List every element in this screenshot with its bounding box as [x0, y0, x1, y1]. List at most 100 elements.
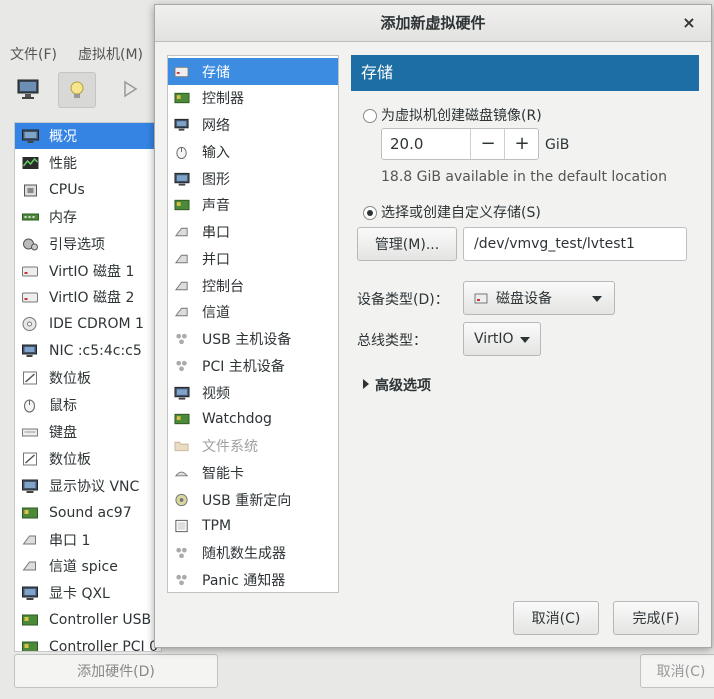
console-view-button[interactable]	[10, 72, 46, 106]
monitor-icon	[17, 79, 39, 99]
size-unit: GiB	[545, 137, 570, 153]
device-list-label: 显卡 QXL	[49, 586, 110, 603]
cancel-button[interactable]: 取消(C)	[513, 601, 599, 635]
parallel-icon	[174, 251, 190, 267]
usb-icon	[174, 331, 190, 347]
play-icon	[124, 80, 138, 98]
cdrom-icon	[21, 316, 39, 332]
hardware-list-item[interactable]: TPM	[168, 513, 338, 540]
hardware-list-item[interactable]: 智能卡	[168, 459, 338, 486]
memory-icon	[21, 209, 39, 225]
hardware-list-label: 控制器	[202, 91, 244, 108]
increment-button[interactable]: +	[504, 129, 539, 159]
device-list-item[interactable]: 显示协议 VNC	[15, 473, 161, 499]
hardware-list-label: TPM	[202, 518, 232, 535]
hardware-list-item[interactable]: 视频	[168, 379, 338, 406]
mouse-icon	[174, 144, 190, 160]
hardware-list-label: USB 主机设备	[202, 332, 292, 348]
hardware-list-item[interactable]: 存储	[168, 58, 338, 85]
device-list-label: 键盘	[49, 424, 77, 441]
device-list-item[interactable]: 信道 spice	[15, 553, 161, 579]
hardware-list-item[interactable]: 随机数生成器	[168, 540, 338, 567]
hardware-list-label: 随机数生成器	[202, 546, 286, 562]
device-list-item[interactable]: Controller PCI 0	[15, 634, 161, 651]
device-list-item[interactable]: Sound ac97	[15, 500, 161, 526]
device-list-label: VirtIO 磁盘 2	[49, 290, 135, 307]
hardware-list-label: 输入	[202, 144, 230, 161]
custom-storage-radio[interactable]	[363, 206, 377, 220]
hardware-list-item[interactable]: Watchdog	[168, 406, 338, 433]
device-type-value: 磁盘设备	[496, 291, 552, 307]
device-list-item[interactable]: 引导选项	[15, 231, 161, 257]
menu-bar: 文件(F) 虚拟机(M)	[0, 40, 160, 66]
device-list-item[interactable]: 数位板	[15, 365, 161, 391]
run-button[interactable]	[112, 72, 148, 106]
hardware-list-item[interactable]: 声音	[168, 192, 338, 219]
device-list-item[interactable]: 内存	[15, 204, 161, 230]
menu-file[interactable]: 文件(F)	[10, 44, 57, 64]
device-list-label: 鼠标	[49, 398, 77, 414]
create-disk-radio[interactable]	[363, 109, 377, 123]
disk-size-input[interactable]: 20.0	[390, 129, 423, 159]
bus-type-label: 总线类型：	[357, 333, 427, 349]
hardware-list-item[interactable]: USB 重新定向	[168, 486, 338, 513]
device-list-item[interactable]: IDE CDROM 1	[15, 311, 161, 337]
hardware-list-item[interactable]: 串口	[168, 219, 338, 246]
sound-icon	[174, 197, 190, 213]
finish-button[interactable]: 完成(F)	[613, 601, 699, 635]
hardware-list-label: 信道	[202, 305, 230, 322]
background-cancel-button[interactable]: 取消(C)	[640, 654, 714, 688]
device-list-item[interactable]: 串口 1	[15, 527, 161, 553]
device-list-item[interactable]: 鼠标	[15, 392, 161, 418]
device-list-item[interactable]: VirtIO 磁盘 1	[15, 258, 161, 284]
available-space-text: 18.8 GiB available in the default locati…	[381, 169, 667, 185]
hardware-list-item[interactable]: 控制台	[168, 272, 338, 299]
device-list-label: VirtIO 磁盘 1	[49, 263, 135, 280]
device-list-label: 性能	[49, 155, 77, 172]
device-list-item[interactable]: 显卡 QXL	[15, 580, 161, 606]
hardware-list-item[interactable]: Panic 通知器	[168, 566, 338, 592]
hardware-list-item[interactable]: 信道	[168, 299, 338, 326]
decrement-button[interactable]: −	[470, 129, 505, 159]
device-type-select[interactable]: 磁盘设备	[463, 281, 615, 315]
hardware-list-item[interactable]: PCI 主机设备	[168, 352, 338, 379]
tablet-icon	[21, 451, 39, 467]
device-list-item[interactable]: 性能	[15, 150, 161, 176]
tpm-icon	[174, 518, 190, 534]
controller-icon	[21, 639, 39, 651]
custom-storage-label[interactable]: 选择或创建自定义存储(S)	[381, 202, 541, 222]
hardware-list-item[interactable]: 网络	[168, 112, 338, 139]
details-view-button[interactable]	[58, 72, 96, 108]
device-list-item[interactable]: 键盘	[15, 419, 161, 445]
hardware-list-label: 智能卡	[202, 465, 244, 482]
chart-icon	[21, 155, 39, 171]
hardware-list-item[interactable]: USB 主机设备	[168, 326, 338, 353]
device-list-label: 内存	[49, 209, 77, 226]
menu-vm[interactable]: 虚拟机(M)	[78, 44, 143, 64]
bus-type-select[interactable]: VirtIO	[463, 322, 541, 356]
serial-icon	[174, 224, 190, 240]
device-list-item[interactable]: VirtIO 磁盘 2	[15, 284, 161, 310]
device-list-label: 数位板	[49, 451, 91, 468]
add-hardware-button[interactable]: 添加硬件(D)	[14, 654, 218, 688]
chevron-down-icon	[520, 337, 530, 343]
advanced-options-label: 高级选项	[375, 378, 431, 394]
hardware-list-item[interactable]: 并口	[168, 245, 338, 272]
device-list-item[interactable]: 数位板	[15, 446, 161, 472]
hardware-list-item[interactable]: 输入	[168, 138, 338, 165]
close-icon[interactable]: ×	[679, 13, 699, 33]
storage-path-input[interactable]: /dev/vmvg_test/lvtest1	[463, 227, 687, 261]
smartcard-icon	[174, 465, 190, 481]
hardware-list-item[interactable]: 图形	[168, 165, 338, 192]
hardware-list-label: Watchdog	[202, 411, 272, 428]
hardware-list-item: 文件系统	[168, 433, 338, 460]
device-list-item[interactable]: NIC :c5:4c:c5	[15, 338, 161, 364]
console-icon	[174, 278, 190, 294]
manage-button[interactable]: 管理(M)...	[357, 227, 457, 261]
create-disk-label[interactable]: 为虚拟机创建磁盘镜像(R)	[381, 105, 542, 125]
hardware-list-item[interactable]: 控制器	[168, 85, 338, 112]
device-list-item[interactable]: CPUs	[15, 177, 161, 203]
device-list-item[interactable]: Controller USB 0	[15, 607, 161, 633]
device-list-item[interactable]: 概况	[15, 123, 161, 149]
advanced-options-expander[interactable]: 高级选项	[363, 375, 431, 395]
